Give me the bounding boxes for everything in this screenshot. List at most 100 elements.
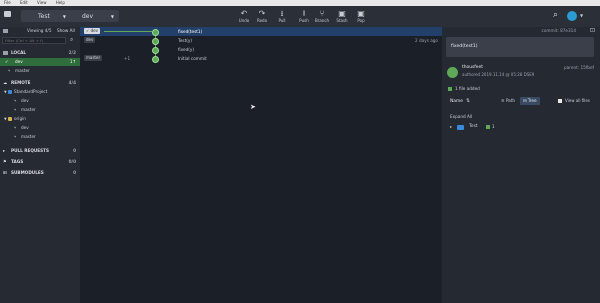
sidebar-item-dev[interactable]: ✓ dev 1↑: [0, 58, 80, 66]
chevron-down-icon[interactable]: ▼: [580, 13, 583, 18]
avatar[interactable]: [567, 11, 577, 21]
branch-name: dev: [82, 12, 94, 20]
path-view-button[interactable]: ≡ Path: [498, 97, 518, 105]
menu-view[interactable]: View: [37, 0, 47, 5]
branch-icon: ⑂: [319, 9, 325, 18]
folder-icon: [457, 125, 464, 130]
redo-icon: ↷: [258, 9, 266, 18]
filter-input[interactable]: [2, 37, 66, 44]
search-icon[interactable]: ⌕: [553, 10, 558, 20]
local-header[interactable]: LOCAL 2/2: [0, 49, 80, 57]
commit-row[interactable]: master +1 Initial commit: [80, 54, 442, 63]
remote-count: 4/4: [68, 80, 76, 85]
commit-detail-panel: commit: 87e314 ⊡ fixed(test1) thousfeet …: [442, 27, 600, 303]
viewing-row: Viewing 4/5 Show All: [0, 27, 80, 35]
remote-branch[interactable]: ⑂ master: [0, 106, 80, 114]
submodules-label: SUBMODULES: [11, 170, 44, 175]
tags-header[interactable]: ⚑ TAGS 0/0: [0, 158, 80, 166]
folder-name[interactable]: Test: [469, 124, 478, 129]
sort-icon[interactable]: ⇅: [466, 98, 470, 104]
commit-message: fixed(y): [178, 47, 194, 52]
sidebar-item-master[interactable]: ⑂ master: [0, 67, 80, 75]
authored-date: authored 2019.11.14 @ 05:28 DSE9: [462, 72, 535, 77]
commit-time: 2 days ago: [415, 38, 438, 43]
tree-view-button[interactable]: ⊟ Tree: [520, 97, 540, 105]
remote-name: StandardProject: [14, 89, 48, 94]
commit-message: fixed(test1): [178, 29, 203, 34]
toolbar: Test ▼ dev ▼ ↶ Undo ↷ Redo ⭳ Pull ⭱ Push ⑂ Br…: [0, 6, 600, 27]
mouse-cursor-icon: ➤: [250, 103, 256, 111]
chevron-down-icon: ▼: [4, 117, 7, 121]
expand-all-link[interactable]: Expand All: [450, 114, 472, 119]
computer-icon: [3, 51, 8, 55]
view-all-checkbox[interactable]: [558, 99, 562, 103]
path-label: Path: [505, 98, 516, 103]
author-name: thousfeet: [462, 65, 483, 70]
branch-label: master: [21, 134, 36, 139]
submodules-count: 0: [73, 170, 76, 175]
branch-ref[interactable]: ✓ dev: [84, 28, 100, 34]
pop-button[interactable]: ▣ Pop: [350, 9, 372, 23]
pop-label: Pop: [357, 18, 365, 23]
pull-icon: ⭳: [280, 9, 284, 18]
redo-button[interactable]: ↷ Redo: [251, 9, 273, 23]
commit-message-box[interactable]: fixed(test1): [446, 37, 594, 57]
remote-branch[interactable]: ⑂ master: [0, 133, 80, 141]
branch-selector[interactable]: dev ▼: [69, 10, 119, 22]
redo-label: Redo: [256, 18, 268, 23]
name-sort-header[interactable]: Name: [450, 99, 463, 104]
menu-help[interactable]: Help: [56, 0, 65, 5]
pull-requests-label: PULL REQUESTS: [11, 148, 50, 153]
parent-id: parent: 15fbef: [564, 65, 594, 70]
remote-avatar: [8, 117, 12, 121]
chevron-down-icon: ▼: [110, 13, 114, 19]
branch-label: Branch: [314, 18, 330, 23]
expand-icon[interactable]: ⊡: [590, 27, 595, 34]
remote-branch[interactable]: ⑂ dev: [0, 124, 80, 132]
branch-label: dev: [21, 98, 29, 103]
repo-name: Test: [38, 12, 50, 20]
commit-row[interactable]: ✓ dev fixed(test1): [80, 27, 442, 36]
branch-icon: ⑂: [14, 107, 17, 112]
ref-label: dev: [86, 37, 94, 42]
remote-branch[interactable]: ⑂ dev: [0, 97, 80, 105]
branch-ref[interactable]: master: [84, 55, 103, 61]
cloud-icon: ☁: [3, 80, 8, 85]
remote-group[interactable]: ▼ origin: [0, 115, 80, 123]
branch-icon: ⑂: [14, 98, 17, 103]
remote-label: REMOTE: [11, 80, 31, 85]
commit-id: commit: 87e314: [541, 28, 576, 33]
tags-label: TAGS: [11, 159, 24, 164]
ahead-badge: 1↑: [69, 59, 76, 64]
avatar: [447, 67, 458, 78]
submodules-header[interactable]: ⊞ SUBMODULES 0: [0, 169, 80, 177]
branch-icon: ⑂: [14, 134, 17, 139]
pull-requests-header[interactable]: ▸ PULL REQUESTS 0: [0, 147, 80, 155]
commit-row[interactable]: fixed(y): [80, 45, 442, 54]
pull-button[interactable]: ⭳ Pull: [271, 9, 293, 23]
branch-icon: ⑂: [14, 125, 17, 130]
local-label: LOCAL: [11, 50, 27, 55]
remote-group[interactable]: ▼ StandardProject: [0, 88, 80, 96]
ref-label: master: [86, 55, 101, 60]
stash-label: Stash: [336, 18, 348, 23]
chevron-right-icon[interactable]: ▸: [450, 124, 452, 129]
pop-icon: ▣: [357, 9, 365, 18]
branch-label: dev: [15, 59, 23, 64]
branch-label: master: [21, 107, 36, 112]
menu-edit[interactable]: Edit: [20, 0, 28, 5]
repo-selector[interactable]: Test ▼: [21, 10, 71, 22]
folder-icon[interactable]: [4, 11, 11, 17]
remote-name: origin: [14, 116, 26, 121]
pull-label: Pull: [278, 18, 286, 23]
branch-button[interactable]: ⑂ Branch: [311, 9, 333, 23]
chevron-down-icon: ▼: [62, 13, 66, 19]
branch-ref[interactable]: dev: [84, 37, 96, 43]
branch-icon: ⑂: [8, 68, 11, 73]
menu-file[interactable]: File: [4, 0, 11, 5]
avatar: [152, 37, 159, 45]
remote-header[interactable]: ☁ REMOTE 4/4: [0, 79, 80, 87]
ref-label: dev: [90, 28, 98, 33]
commit-row[interactable]: dev Test(y) 2 days ago: [80, 36, 442, 45]
show-all-link[interactable]: Show All: [57, 27, 75, 35]
